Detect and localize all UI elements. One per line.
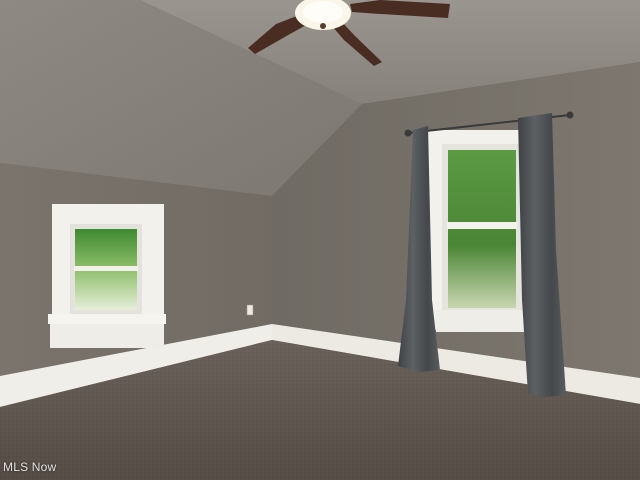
right-window: [428, 130, 526, 332]
mls-watermark: MLS Now: [3, 460, 57, 474]
room-illustration: [0, 0, 640, 480]
outlet-icon: [246, 304, 254, 316]
left-window: [48, 204, 166, 348]
room-photo: MLS Now: [0, 0, 640, 480]
